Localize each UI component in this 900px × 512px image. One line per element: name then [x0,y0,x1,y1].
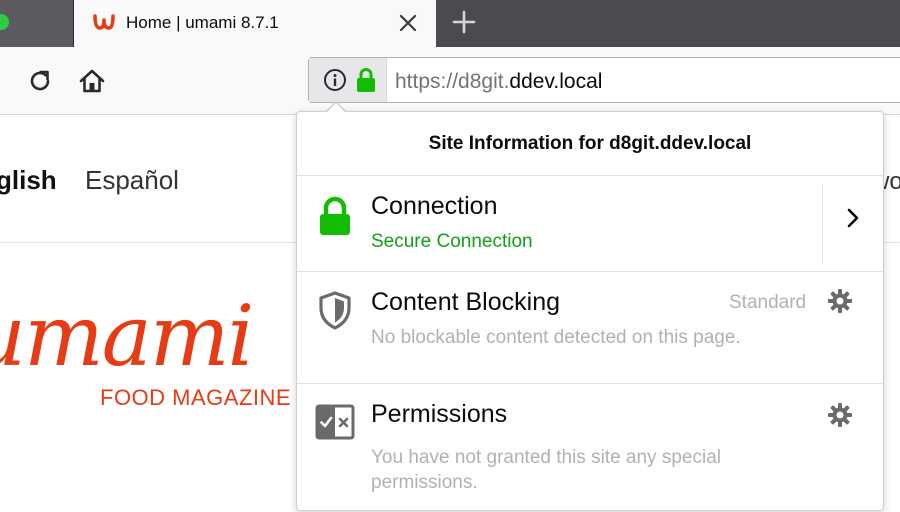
permissions-description-line1: You have not granted this site any speci… [371,447,721,468]
language-link-espanol[interactable]: Español [85,165,179,196]
panel-arrow [326,103,346,113]
connection-section[interactable]: Connection Secure Connection [297,176,883,272]
url-domain: ddev.local [509,70,603,93]
connection-divider [822,184,823,264]
tab-title: Home | umami 8.7.1 [126,13,279,32]
language-link-english[interactable]: glish [0,165,57,196]
lock-icon [320,196,350,235]
url-bar[interactable]: https://d8git.ddev.local [308,57,900,103]
navigation-toolbar: https://d8git.ddev.local [0,47,900,115]
site-identity-button[interactable] [309,58,387,102]
content-blocking-status: Standard [729,292,807,313]
permissions-icon [315,404,355,440]
url-text[interactable]: https://d8git.ddev.local [395,70,602,94]
gear-icon[interactable] [827,288,853,314]
url-prefix: https://d8git. [395,70,510,93]
content-blocking-title: Content Blocking [371,288,561,316]
active-tab[interactable]: Home | umami 8.7.1 [74,0,436,47]
umami-favicon-icon [93,14,115,30]
site-tagline: FOOD MAGAZINE [100,385,292,410]
window-maximize-button[interactable] [0,14,9,30]
permissions-title: Permissions [371,400,508,428]
panel-header: Site Information for d8git.ddev.local [297,112,883,176]
chevron-right-icon[interactable] [843,206,863,230]
plus-icon[interactable] [448,6,480,38]
permissions-description-line2: permissions. [371,472,478,493]
content-blocking-description: No blockable content detected on this pa… [371,327,741,348]
home-icon[interactable] [77,66,107,96]
site-information-panel: Site Information for d8git.ddev.local Co… [296,111,884,511]
connection-status: Secure Connection [371,231,533,252]
panel-title: Site Information for d8git.ddev.local [428,133,752,154]
shield-icon [319,291,351,330]
reload-icon[interactable] [26,67,54,95]
tab-bar: Home | umami 8.7.1 [0,0,900,47]
close-icon[interactable] [396,11,420,35]
permissions-section: Permissions You have not granted this si… [297,384,883,512]
site-logo[interactable]: umami [0,287,254,385]
lock-icon [357,68,375,92]
content-blocking-section: Content Blocking Standard No blockable c… [297,272,883,384]
gear-icon[interactable] [827,402,853,428]
info-icon[interactable] [323,68,347,92]
previous-tab[interactable] [0,0,74,47]
connection-title: Connection [371,192,498,220]
